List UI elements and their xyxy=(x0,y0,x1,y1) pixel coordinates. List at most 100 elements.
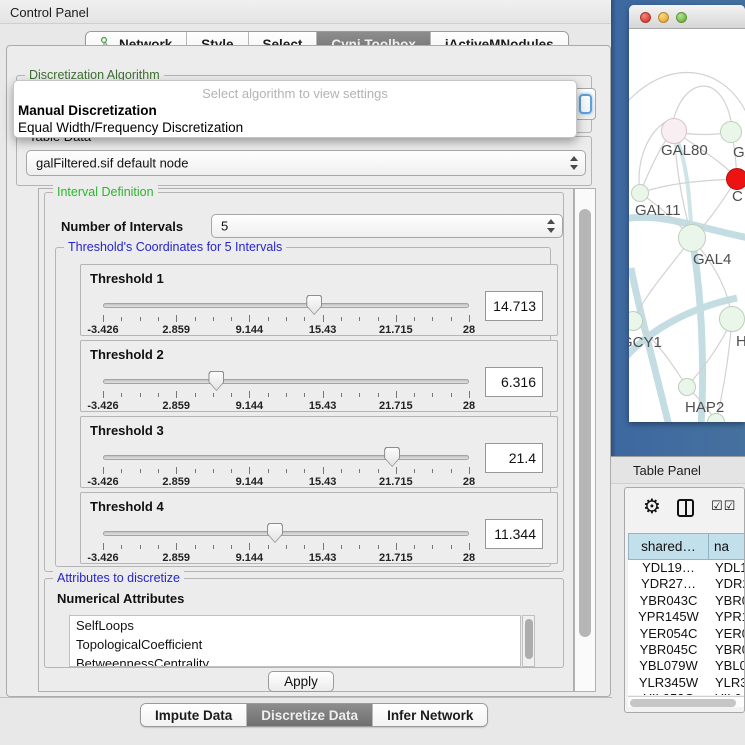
slider-scale-label: 28 xyxy=(463,324,475,336)
settings-scrollbar[interactable] xyxy=(574,188,596,692)
tab-infer-network[interactable]: Infer Network xyxy=(373,704,487,726)
table-row[interactable]: YBL079WYBL0 xyxy=(628,658,745,674)
table-cell[interactable]: YBR045C xyxy=(628,642,709,658)
table-row[interactable]: YBR043CYBR0 xyxy=(628,593,745,609)
apply-button[interactable]: Apply xyxy=(268,671,334,692)
table-cell[interactable]: YDR2 xyxy=(709,576,745,592)
table-row[interactable]: YDR27…YDR2 xyxy=(628,576,745,592)
scrollbar-thumb[interactable] xyxy=(525,619,533,659)
threshold-slider[interactable]: -3.4262.8599.14415.4321.71528 xyxy=(103,375,469,409)
table-row[interactable]: YPR145WYPR1 xyxy=(628,609,745,625)
attribute-list-item[interactable]: TopologicalCoefficient xyxy=(70,635,520,654)
table-row[interactable]: YER054CYER0 xyxy=(628,626,745,642)
table-cell[interactable]: YIL0 xyxy=(709,691,745,695)
num-intervals-combo[interactable]: 5 xyxy=(211,214,563,238)
tab-impute-data[interactable]: Impute Data xyxy=(141,704,247,726)
slider-thumb[interactable] xyxy=(267,523,283,543)
slider-scale-label: 9.144 xyxy=(236,476,264,488)
table-cell[interactable]: YDL1 xyxy=(709,560,745,576)
threshold-value-field[interactable]: 11.344 xyxy=(485,519,543,549)
attribute-list-item[interactable]: SelfLoops xyxy=(70,616,520,635)
dropdown-option-equal-width[interactable]: Equal Width/Frequency Discretization xyxy=(14,119,576,136)
screen: Control Panel ✕ Network Style Select Cyn… xyxy=(0,0,745,745)
tick-mark xyxy=(231,393,232,397)
gear-icon[interactable]: ⚙ xyxy=(643,494,661,518)
node-label: H xyxy=(736,333,745,350)
table-row[interactable]: YIL052CYIL0 xyxy=(628,691,745,695)
table-cell[interactable]: YLR345W xyxy=(628,675,709,691)
table-cell[interactable]: YBR0 xyxy=(709,593,745,609)
slider-thumb[interactable] xyxy=(306,295,322,315)
network-canvas[interactable]: GAL80GACGAL11GAL4GCY1HHAP2 xyxy=(629,30,745,422)
table-row[interactable]: YLR345WYLR3 xyxy=(628,675,745,691)
threshold-slider[interactable]: -3.4262.8599.14415.4321.71528 xyxy=(103,299,469,333)
table-data-combo[interactable]: galFiltered.sif default node xyxy=(26,150,586,176)
threshold-value-field[interactable]: 21.4 xyxy=(485,443,543,473)
threshold-value-field[interactable]: 14.713 xyxy=(485,291,543,321)
network-window-titlebar[interactable] xyxy=(629,5,745,29)
table-cell[interactable]: YBL0 xyxy=(709,658,745,674)
scrollbar-thumb[interactable] xyxy=(579,209,591,637)
table-data-combo-value: galFiltered.sif default node xyxy=(36,156,188,171)
column-header-shared[interactable]: shared… xyxy=(628,533,709,560)
slider-track[interactable] xyxy=(103,379,469,384)
stepper-icon[interactable] xyxy=(546,219,555,233)
threshold-label: Threshold 3 xyxy=(90,423,164,438)
table-cell[interactable]: YBR0 xyxy=(709,642,745,658)
tab-discretize-data[interactable]: Discretize Data xyxy=(247,704,373,726)
table-row[interactable]: YBR045CYBR0 xyxy=(628,642,745,658)
close-traffic-light[interactable] xyxy=(640,12,651,23)
table-cell[interactable]: YPR145W xyxy=(628,609,709,625)
network-node[interactable] xyxy=(631,184,649,202)
tick-mark xyxy=(268,393,269,397)
attributes-list-scrollbar[interactable] xyxy=(522,615,535,667)
slider-thumb[interactable] xyxy=(208,371,224,391)
table-row[interactable]: YDL19…YDL1 xyxy=(628,560,745,576)
tick-mark xyxy=(158,469,159,473)
attribute-list-item[interactable]: BetweennessCentrality xyxy=(70,654,520,667)
table-cell[interactable]: YDL19… xyxy=(628,560,709,576)
stepper-icon[interactable] xyxy=(569,156,578,170)
control-panel-titlebar: Control Panel ✕ xyxy=(0,0,612,24)
slider-scale-label: 15.43 xyxy=(309,324,337,336)
tick-mark xyxy=(140,393,141,397)
slider-scale-label: 21.715 xyxy=(379,400,413,412)
numerical-attributes-list[interactable]: SelfLoopsTopologicalCoefficientBetweenne… xyxy=(69,615,521,667)
table-cell[interactable]: YBL079W xyxy=(628,658,709,674)
split-columns-icon[interactable] xyxy=(677,499,694,517)
table-horizontal-scrollbar[interactable] xyxy=(628,696,745,707)
network-node[interactable] xyxy=(661,118,687,144)
table-cell[interactable]: YLR3 xyxy=(709,675,745,691)
network-node[interactable] xyxy=(726,168,745,190)
table-cell[interactable]: YER0 xyxy=(709,626,745,642)
table-cell[interactable]: YIL052C xyxy=(628,691,709,695)
table-header-row: shared… na xyxy=(628,533,745,560)
slider-track[interactable] xyxy=(103,455,469,460)
interval-definition-title: Interval Definition xyxy=(53,185,158,199)
dropdown-option-manual[interactable]: Manual Discretization xyxy=(14,102,576,119)
threshold-panel: Threshold 3 -3.4262.8599.14415.4321.7152… xyxy=(80,416,558,488)
slider-track[interactable] xyxy=(103,531,469,536)
minimize-traffic-light[interactable] xyxy=(658,12,669,23)
slider-thumb[interactable] xyxy=(384,447,400,467)
network-node[interactable] xyxy=(678,224,706,252)
tick-mark xyxy=(103,315,104,322)
network-node[interactable] xyxy=(678,378,696,396)
checkbox-icons[interactable]: ☑☑ xyxy=(711,499,736,514)
threshold-slider[interactable]: -3.4262.8599.14415.4321.71528 xyxy=(103,527,469,561)
slider-track[interactable] xyxy=(103,303,469,308)
tick-mark xyxy=(304,469,305,473)
table-cell[interactable]: YDR27… xyxy=(628,576,709,592)
column-header-name[interactable]: na xyxy=(709,533,745,560)
network-node[interactable] xyxy=(720,121,742,143)
table-cell[interactable]: YPR1 xyxy=(709,609,745,625)
scrollbar-thumb[interactable] xyxy=(630,699,736,707)
numerical-attributes-label: Numerical Attributes xyxy=(57,591,184,606)
threshold-slider[interactable]: -3.4262.8599.14415.4321.71528 xyxy=(103,451,469,485)
table-cell[interactable]: YBR043C xyxy=(628,593,709,609)
zoom-traffic-light[interactable] xyxy=(676,12,687,23)
threshold-value-field[interactable]: 6.316 xyxy=(485,367,543,397)
table-cell[interactable]: YER054C xyxy=(628,626,709,642)
network-node[interactable] xyxy=(719,306,745,332)
tick-mark xyxy=(469,315,470,322)
